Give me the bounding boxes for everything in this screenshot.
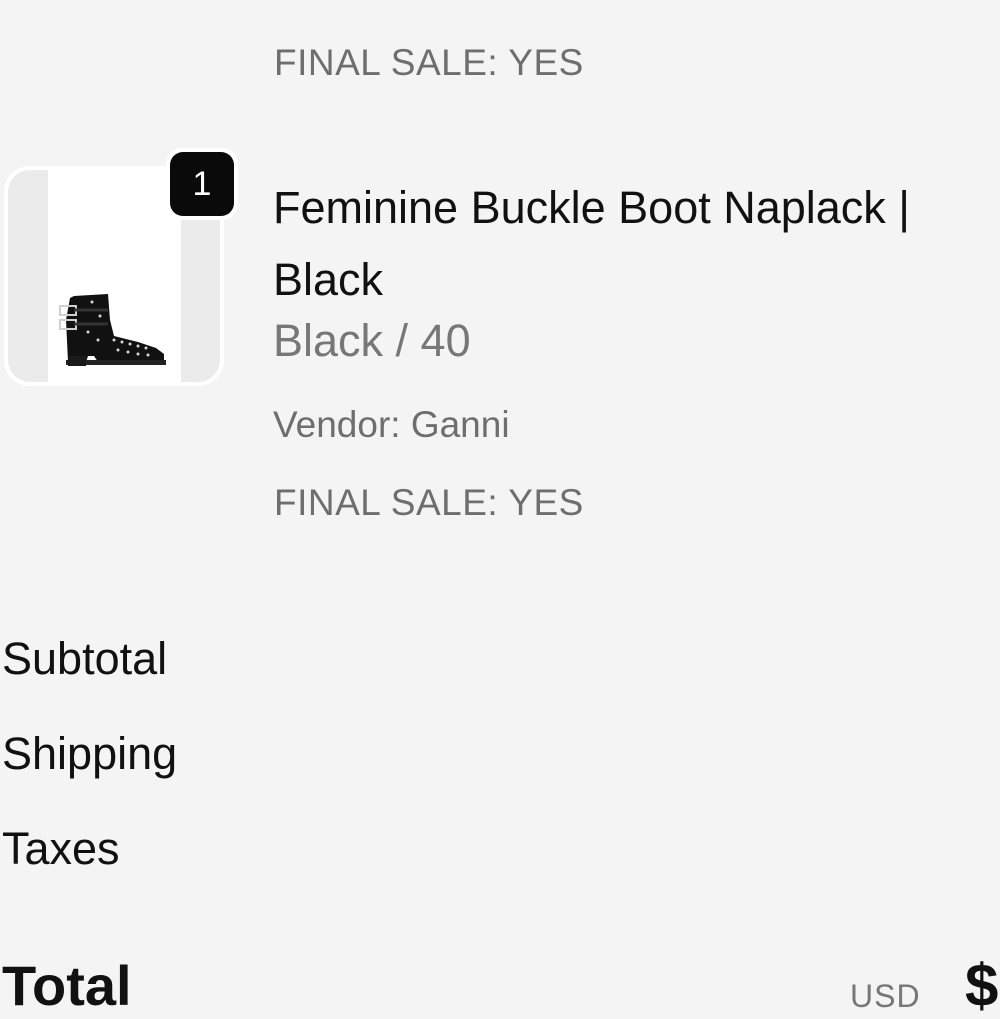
total-label: Total [2, 954, 132, 1017]
quantity-value: 1 [170, 152, 234, 216]
shipping-label: Shipping [2, 728, 178, 779]
ankle-boot-image [48, 170, 181, 382]
taxes-label: Taxes [2, 823, 120, 874]
product-vendor: Vendor: Ganni [273, 404, 510, 445]
final-sale-label: FINAL SALE: YES [274, 482, 584, 523]
final-sale-label: FINAL SALE: YES [274, 42, 584, 83]
total-amount: $ [965, 952, 999, 1019]
currency-code: USD [850, 978, 921, 1014]
subtotal-label: Subtotal [2, 633, 168, 684]
quantity-badge: 1 [166, 148, 238, 220]
product-variant: Black / 40 [273, 315, 471, 366]
product-name[interactable]: Feminine Buckle Boot Naplack | Black [273, 172, 973, 316]
